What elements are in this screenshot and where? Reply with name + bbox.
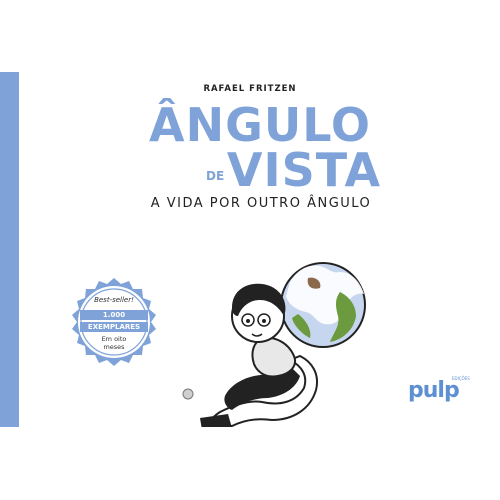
globe-icon bbox=[280, 262, 366, 348]
author-name: RAFAEL FRITZEN bbox=[203, 84, 297, 94]
badge-bestseller: Best-seller! bbox=[94, 296, 134, 304]
publisher-tag: EDIÇÕES bbox=[452, 376, 470, 381]
ball-icon bbox=[182, 388, 194, 400]
book-cover: RAFAEL FRITZEN ÂNGULO DE VISTA A VIDA PO… bbox=[0, 72, 500, 427]
badge-duration: Em oito meses bbox=[66, 335, 162, 351]
bestseller-badge: Best-seller! 1.000 EXEMPLARES Em oito me… bbox=[66, 274, 162, 370]
title-line-3: VISTA bbox=[226, 143, 382, 197]
publisher-name: pulp bbox=[408, 378, 460, 403]
badge-copies: EXEMPLARES bbox=[80, 322, 148, 332]
badge-count: 1.000 bbox=[80, 310, 148, 320]
publisher-logo: pulp EDIÇÕES bbox=[408, 376, 470, 403]
badge-duration-2: meses bbox=[103, 343, 125, 351]
badge-duration-1: Em oito bbox=[101, 335, 127, 343]
cover-illustration bbox=[182, 262, 366, 427]
subtitle: A VIDA POR OUTRO ÂNGULO bbox=[150, 196, 372, 211]
